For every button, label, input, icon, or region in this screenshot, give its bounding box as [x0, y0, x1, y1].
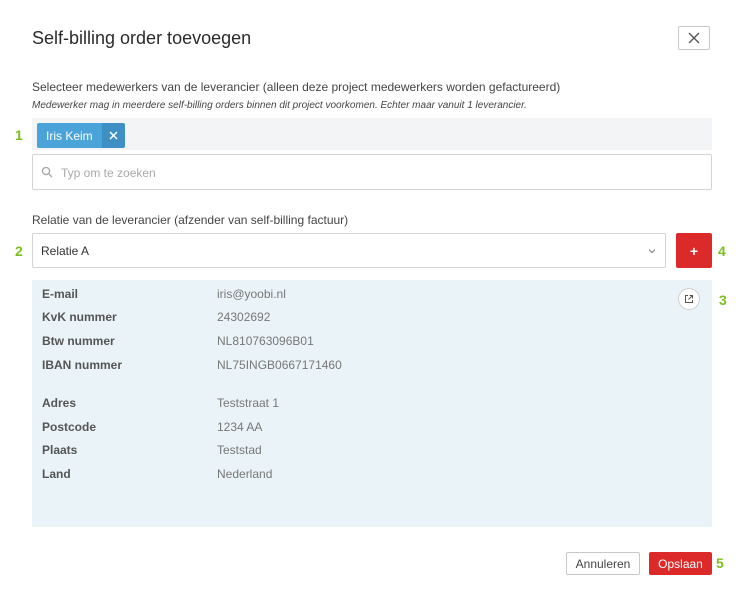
remove-icon: [109, 131, 118, 140]
detail-label-btw: Btw nummer: [42, 334, 115, 348]
detail-label-iban: IBAN nummer: [42, 358, 123, 372]
remove-employee-button[interactable]: [101, 123, 125, 148]
relation-details-panel: E-mail iris@yoobi.nl KvK nummer 24302692…: [32, 280, 712, 527]
relation-selected-value: Relatie A: [41, 244, 90, 258]
external-link-icon: [685, 295, 693, 303]
add-relation-button[interactable]: +: [676, 233, 712, 268]
detail-label-postcode: Postcode: [42, 420, 97, 434]
detail-value-land: Nederland: [217, 467, 273, 481]
detail-value-adres: Teststraat 1: [217, 396, 280, 410]
open-relation-button[interactable]: [678, 288, 700, 310]
search-icon: [41, 166, 53, 178]
detail-label-email: E-mail: [42, 287, 79, 301]
employee-search-field[interactable]: [32, 154, 712, 191]
relation-select[interactable]: Relatie A: [32, 233, 666, 268]
detail-value-iban: NL75INGB0667171460: [217, 358, 342, 372]
detail-value-btw: NL810763096B01: [217, 334, 314, 348]
selected-employees: Iris Keim: [32, 118, 712, 150]
detail-value-email: iris@yoobi.nl: [217, 287, 286, 301]
detail-label-land: Land: [42, 467, 71, 481]
employee-search-input[interactable]: [59, 155, 703, 191]
close-icon: [688, 32, 700, 44]
marker-5: 5: [716, 555, 724, 571]
marker-3: 3: [719, 292, 727, 308]
employees-label: Selecteer medewerkers van de leverancier…: [32, 80, 561, 94]
marker-4: 4: [718, 243, 726, 259]
detail-value-kvk: 24302692: [217, 310, 271, 324]
relation-label: Relatie van de leverancier (afzender van…: [32, 213, 349, 227]
detail-label-adres: Adres: [42, 396, 77, 410]
employees-hint: Medewerker mag in meerdere self-billing …: [32, 100, 527, 111]
detail-label-kvk: KvK nummer: [42, 310, 117, 324]
cancel-button[interactable]: Annuleren: [566, 552, 640, 575]
dialog-title: Self-billing order toevoegen: [32, 28, 252, 48]
marker-1: 1: [15, 127, 23, 143]
save-button[interactable]: Opslaan: [649, 552, 712, 575]
chevron-down-icon: [648, 249, 656, 254]
detail-value-postcode: 1234 AA: [217, 420, 263, 434]
detail-value-plaats: Teststad: [217, 443, 262, 457]
employee-chip: Iris Keim: [37, 123, 125, 148]
marker-2: 2: [15, 243, 23, 259]
employee-chip-label: Iris Keim: [37, 123, 102, 148]
detail-label-plaats: Plaats: [42, 443, 78, 457]
close-button[interactable]: [678, 26, 710, 50]
